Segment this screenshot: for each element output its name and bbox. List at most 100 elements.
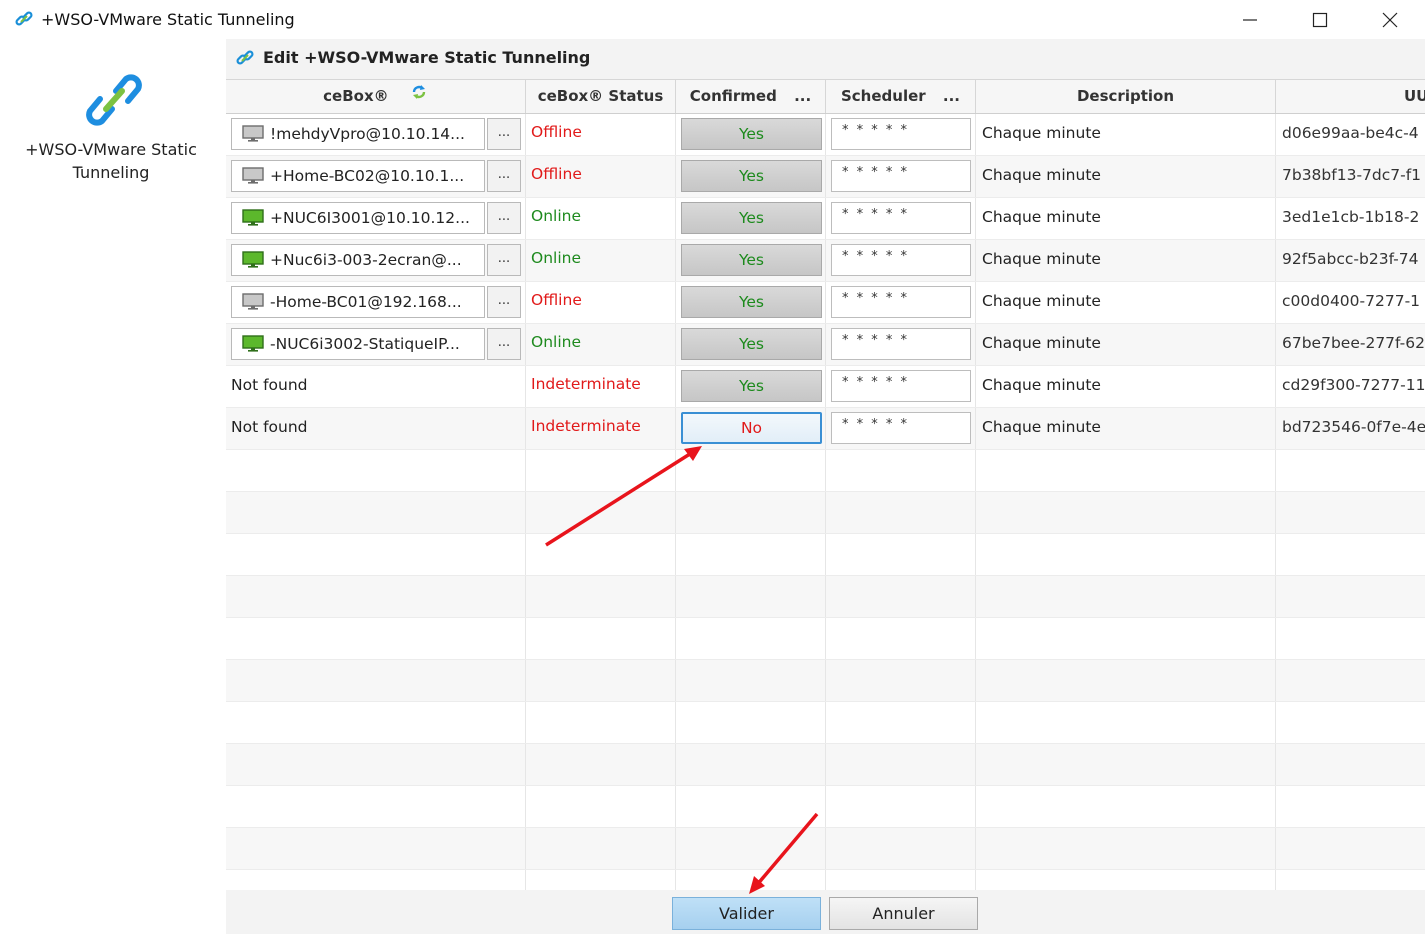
uuid-cell: 7b38bf13-7dc7-f1 [1276, 156, 1425, 197]
monitor-online-icon [242, 335, 264, 353]
empty-cell [526, 786, 676, 827]
scheduler-field[interactable]: * * * * * [831, 328, 971, 360]
scheduler-cell: * * * * * [826, 240, 976, 281]
scheduler-field[interactable]: * * * * * [831, 286, 971, 318]
maximize-icon [1312, 12, 1328, 27]
table-row[interactable]: Not found Indeterminate No * * * * * Chaque … [226, 408, 1425, 450]
table-row[interactable]: +Home-BC02@10.10.1...... Offline Yes * * * … [226, 156, 1425, 198]
close-button[interactable] [1357, 0, 1423, 39]
cebox-field[interactable]: +Nuc6i3-003-2ecran@... [231, 244, 485, 276]
cebox-field[interactable]: -Home-BC01@192.168... [231, 286, 485, 318]
description-cell: Chaque minute [976, 366, 1276, 407]
description-text: Chaque minute [982, 376, 1101, 394]
empty-cell [826, 744, 976, 785]
scheduler-field[interactable]: * * * * * [831, 370, 971, 402]
confirmed-cell: Yes [676, 198, 826, 239]
confirmed-toggle[interactable]: Yes [681, 370, 822, 402]
description-cell: Chaque minute [976, 240, 1276, 281]
cebox-browse-button[interactable]: ... [487, 118, 521, 150]
empty-table-row [226, 660, 1425, 702]
column-header-uuid[interactable]: UU [1276, 80, 1425, 113]
cebox-not-found: Not found [231, 376, 308, 394]
cebox-cell: Not found [226, 408, 526, 449]
cebox-browse-button[interactable]: ... [487, 160, 521, 192]
sidebar-item-label[interactable]: +WSO-VMware Static Tunneling [0, 138, 222, 184]
table-row[interactable]: !mehdyVpro@10.10.14...... Offline Yes * * *… [226, 114, 1425, 156]
table-row[interactable]: -Home-BC01@192.168...... Offline Yes * * * … [226, 282, 1425, 324]
scheduler-field[interactable]: * * * * * [831, 160, 971, 192]
empty-cell [976, 576, 1276, 617]
scheduler-field[interactable]: * * * * * [831, 244, 971, 276]
cebox-field[interactable]: +NUC6I3001@10.10.12... [231, 202, 485, 234]
confirmed-cell: Yes [676, 324, 826, 365]
empty-cell [676, 786, 826, 827]
cebox-cell: -Home-BC01@192.168...... [226, 282, 526, 323]
confirmed-toggle[interactable]: Yes [681, 286, 822, 318]
empty-cell [1276, 450, 1425, 491]
uuid-cell: c00d0400-7277-1 [1276, 282, 1425, 323]
column-header-confirmed[interactable]: Confirmed ... [676, 80, 826, 113]
cebox-field[interactable]: !mehdyVpro@10.10.14... [231, 118, 485, 150]
uuid-cell: 3ed1e1cb-1b18-2 [1276, 198, 1425, 239]
empty-cell [826, 618, 976, 659]
scheduler-field[interactable]: * * * * * [831, 118, 971, 150]
confirmed-toggle[interactable]: Yes [681, 244, 822, 276]
empty-cell [676, 450, 826, 491]
cebox-browse-button[interactable]: ... [487, 202, 521, 234]
cebox-field[interactable]: -NUC6i3002-StatiqueIP... [231, 328, 485, 360]
scheduler-cell: * * * * * [826, 324, 976, 365]
tunnel-link-icon[interactable] [86, 69, 142, 135]
panel-title: Edit +WSO-VMware Static Tunneling [263, 48, 591, 67]
link-icon [235, 48, 255, 72]
cebox-name: -NUC6i3002-StatiqueIP... [270, 335, 460, 353]
cebox-browse-button[interactable]: ... [487, 328, 521, 360]
status-cell: Offline [526, 282, 676, 323]
cebox-browse-button[interactable]: ... [487, 244, 521, 276]
cebox-field[interactable]: +Home-BC02@10.10.1... [231, 160, 485, 192]
window-title: +WSO-VMware Static Tunneling [41, 10, 295, 29]
table-row[interactable]: +NUC6I3001@10.10.12...... Online Yes * * * … [226, 198, 1425, 240]
column-header-scheduler[interactable]: Scheduler ... [826, 80, 976, 113]
confirmed-toggle[interactable]: No [681, 412, 822, 444]
refresh-icon[interactable] [410, 80, 428, 113]
confirmed-toggle[interactable]: Yes [681, 160, 822, 192]
empty-cell [976, 660, 1276, 701]
confirmed-toggle[interactable]: Yes [681, 202, 822, 234]
empty-table-row [226, 450, 1425, 492]
cancel-button[interactable]: Annuler [829, 897, 978, 930]
maximize-button[interactable] [1287, 0, 1353, 39]
column-header-status[interactable]: ceBox® Status [526, 80, 676, 113]
empty-table-row [226, 744, 1425, 786]
empty-cell [826, 786, 976, 827]
empty-cell [976, 786, 1276, 827]
column-menu-button[interactable]: ... [794, 87, 811, 105]
description-text: Chaque minute [982, 292, 1101, 310]
column-menu-button[interactable]: ... [943, 87, 960, 105]
cebox-name: +Home-BC02@10.10.1... [270, 167, 465, 185]
scheduler-field[interactable]: * * * * * [831, 202, 971, 234]
table-header: ceBox® ceBox® Status Confirmed ... Sched… [226, 80, 1425, 114]
table-row[interactable]: +Nuc6i3-003-2ecran@...... Online Yes * * * … [226, 240, 1425, 282]
confirmed-toggle[interactable]: Yes [681, 118, 822, 150]
scheduler-cell: * * * * * [826, 114, 976, 155]
empty-cell [526, 492, 676, 533]
confirmed-toggle[interactable]: Yes [681, 328, 822, 360]
validate-button[interactable]: Valider [672, 897, 821, 930]
column-header-cebox[interactable]: ceBox® [226, 80, 526, 113]
scheduler-field[interactable]: * * * * * [831, 412, 971, 444]
confirmed-cell: Yes [676, 282, 826, 323]
cebox-cell: -NUC6i3002-StatiqueIP...... [226, 324, 526, 365]
table-row[interactable]: Not found Indeterminate Yes * * * * * Chaque… [226, 366, 1425, 408]
status-cell: Online [526, 240, 676, 281]
column-header-description[interactable]: Description [976, 80, 1276, 113]
scheduler-cell: * * * * * [826, 408, 976, 449]
empty-cell [826, 828, 976, 869]
empty-cell [676, 534, 826, 575]
minimize-button[interactable] [1217, 0, 1283, 39]
status-text: Online [531, 207, 581, 225]
confirmed-cell: No [676, 408, 826, 449]
cebox-browse-button[interactable]: ... [487, 286, 521, 318]
edit-panel: Edit +WSO-VMware Static Tunneling ceBox®… [226, 39, 1425, 934]
table-row[interactable]: -NUC6i3002-StatiqueIP...... Online Yes * * … [226, 324, 1425, 366]
empty-cell [976, 744, 1276, 785]
